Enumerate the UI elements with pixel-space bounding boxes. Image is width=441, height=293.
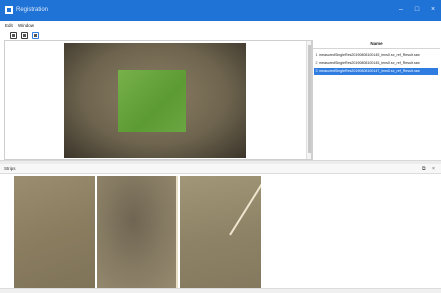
strip-image-2[interactable]	[97, 176, 178, 288]
minimize-button[interactable]: –	[396, 5, 406, 15]
file-row[interactable]: 2 measuredSingleRes20190808100145_lens0.s…	[314, 60, 438, 67]
scrollbar-thumb[interactable]	[308, 45, 311, 153]
dock-close-button[interactable]: ×	[432, 166, 435, 172]
status-bar	[0, 288, 441, 293]
strip-line	[229, 176, 261, 236]
tool-icon	[22, 33, 27, 38]
file-row-name: measuredSingleRes20190808100145_lens0.sx…	[319, 61, 420, 65]
strip-image-1[interactable]	[14, 176, 95, 288]
file-list-header[interactable]: Name	[313, 40, 440, 49]
file-row[interactable]: 1 measuredSingleRes20190808100145_lens0.s…	[314, 52, 438, 59]
menu-window[interactable]: Window	[18, 23, 34, 29]
toolbar-button-3[interactable]	[32, 32, 39, 39]
registration-patch	[118, 70, 186, 132]
menu-edit[interactable]: Edit	[5, 23, 13, 29]
toolbar	[0, 31, 441, 40]
close-button[interactable]: ×	[428, 5, 438, 15]
strip-dock-header: Strips ⧉ ×	[0, 164, 441, 174]
title-bar: Registration – □ ×	[0, 0, 441, 21]
tool-icon	[33, 33, 38, 38]
image-viewer[interactable]	[4, 40, 312, 160]
app-icon	[5, 6, 13, 14]
file-row-name: measuredSingleRes20190808100147_lens0.sx…	[319, 69, 420, 73]
strip-dock-title: Strips	[4, 166, 16, 171]
tool-icon	[11, 33, 16, 38]
strip-image-3[interactable]	[180, 176, 261, 288]
toolbar-button-2[interactable]	[21, 32, 28, 39]
window-title: Registration	[16, 7, 49, 13]
file-list-panel: Name 1 measuredSingleRes20190808100145_le…	[312, 40, 441, 160]
maximize-button[interactable]: □	[412, 5, 422, 15]
file-row-selected[interactable]: 3 measuredSingleRes20190808100147_lens0.s…	[314, 68, 438, 75]
menu-bar: Edit Window	[0, 21, 441, 31]
file-row-name: measuredSingleRes20190808100145_lens0.sx…	[319, 53, 420, 57]
strip-images	[14, 176, 441, 290]
vertical-scrollbar[interactable]	[306, 41, 311, 159]
strip-line	[176, 176, 178, 288]
float-button[interactable]: ⧉	[422, 166, 426, 172]
main-image	[64, 43, 246, 158]
toolbar-button-1[interactable]	[10, 32, 17, 39]
